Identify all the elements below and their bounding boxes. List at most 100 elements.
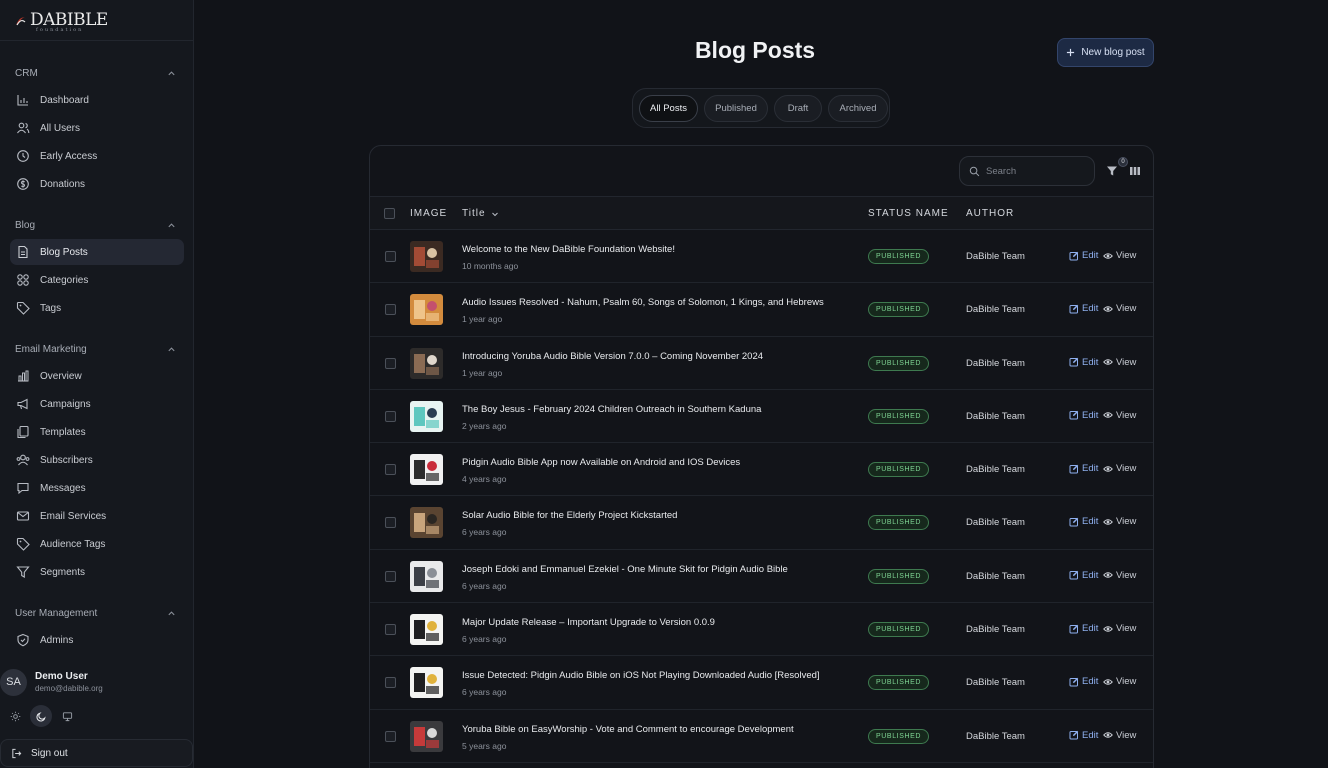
theme-system-button[interactable] [56,705,78,727]
post-title[interactable]: Welcome to the New DaBible Foundation We… [462,244,675,255]
brand-logo[interactable]: DABIBLE foundation [14,10,108,33]
row-checkbox[interactable] [385,570,396,582]
edit-button[interactable]: Edit [1069,730,1098,741]
sidebar-item-templates[interactable]: Templates [10,419,184,445]
table-row[interactable]: Audio Issues Resolved - Nahum, Psalm 60,… [370,283,1153,337]
view-button[interactable]: View [1103,623,1136,634]
row-checkbox[interactable] [385,517,396,529]
post-date: 6 years ago [462,580,507,591]
sidebar-item-segments[interactable]: Segments [10,559,184,585]
table-row[interactable]: Joseph Edoki and Emmanuel Ezekiel - One … [370,550,1153,604]
edit-button[interactable]: Edit [1069,676,1098,687]
edit-button[interactable]: Edit [1069,516,1098,527]
edit-button[interactable]: Edit [1069,623,1098,634]
view-button[interactable]: View [1103,410,1136,421]
table-row[interactable]: Major Update Release – Important Upgrade… [370,603,1153,657]
grid-icon [17,274,29,286]
post-title[interactable]: Major Update Release – Important Upgrade… [462,617,715,628]
table-row[interactable]: The Boy Jesus - February 2024 Children O… [370,390,1153,444]
row-checkbox[interactable] [385,304,396,316]
row-checkbox[interactable] [385,410,396,422]
column-header-title[interactable]: Title [462,197,499,230]
view-button[interactable]: View [1103,676,1136,687]
sidebar-item-all-users[interactable]: All Users [10,115,184,141]
post-title[interactable]: Audio Issues Resolved - Nahum, Psalm 60,… [462,297,824,308]
post-title[interactable]: Solar Audio Bible for the Elderly Projec… [462,510,677,521]
table-row[interactable]: Issue Detected: Pidgin Audio Bible on iO… [370,656,1153,710]
row-checkbox[interactable] [385,357,396,369]
new-blog-post-button[interactable]: New blog post [1057,38,1154,67]
post-title[interactable]: Pidgin Audio Bible App now Available on … [462,457,740,468]
tab-draft[interactable]: Draft [774,94,822,122]
row-checkbox[interactable] [385,464,396,476]
edit-icon [1069,624,1079,634]
edit-button[interactable]: Edit [1069,463,1098,474]
sidebar-item-label: Early Access [40,150,98,162]
post-title[interactable]: The Boy Jesus - February 2024 Children O… [462,404,761,415]
view-button[interactable]: View [1103,463,1136,474]
tab-archived[interactable]: Archived [828,94,888,122]
edit-icon [1069,251,1079,260]
post-title[interactable]: Introducing Yoruba Audio Bible Version 7… [462,351,763,362]
edit-label: Edit [1082,250,1099,261]
sidebar-item-blog-posts[interactable]: Blog Posts [10,239,184,265]
sidebar-item-donations[interactable]: Donations [10,171,184,197]
tab-published[interactable]: Published [704,94,768,122]
section-crm[interactable]: CRM [0,61,194,85]
status-badge: PUBLISHED [868,355,930,371]
sidebar-item-campaigns[interactable]: Campaigns [10,391,184,417]
sidebar-item-email-services[interactable]: Email Services [10,503,184,529]
edit-icon [1069,677,1079,687]
sidebar-item-categories[interactable]: Categories [10,267,184,293]
sidebar-item-admins[interactable]: Admins [10,627,184,653]
table-row[interactable]: Solar Audio Bible for the Elderly Projec… [370,496,1153,550]
sidebar-item-audience-tags[interactable]: Audience Tags [10,531,184,557]
status-badge: PUBLISHED [868,515,930,531]
post-author: DaBible Team [966,304,1025,316]
sidebar-item-subscribers[interactable]: Subscribers [10,447,184,473]
row-checkbox[interactable] [385,251,396,262]
view-button[interactable]: View [1103,516,1136,527]
edit-button[interactable]: Edit [1069,250,1098,261]
search-input[interactable] [986,165,1086,177]
sign-out-button[interactable]: Sign out [0,739,193,767]
post-title[interactable]: Joseph Edoki and Emmanuel Ezekiel - One … [462,564,788,575]
view-button[interactable]: View [1103,730,1136,741]
section-blog[interactable]: Blog [0,213,194,237]
user-profile[interactable]: SA Demo User demo@dabible.org [0,668,194,696]
sidebar-item-tags[interactable]: Tags [10,295,184,321]
filter-icon[interactable] [1106,165,1118,177]
row-checkbox[interactable] [385,624,396,636]
section-title: User Management [15,607,98,619]
edit-button[interactable]: Edit [1069,357,1098,368]
sidebar-item-dashboard[interactable]: Dashboard [10,87,184,113]
sidebar-item-early-access[interactable]: Early Access [10,143,184,169]
table-row[interactable]: Yoruba Bible on EasyWorship - Vote and C… [370,710,1153,763]
select-all-checkbox[interactable] [384,208,395,219]
post-title[interactable]: Yoruba Bible on EasyWorship - Vote and C… [462,724,794,735]
section-email-marketing[interactable]: Email Marketing [0,337,194,361]
theme-dark-button[interactable] [30,705,52,727]
edit-button[interactable]: Edit [1069,410,1098,421]
view-button[interactable]: View [1103,250,1136,261]
view-button[interactable]: View [1103,357,1136,368]
view-button[interactable]: View [1103,303,1136,314]
tab-all-posts[interactable]: All Posts [639,94,698,122]
status-badge: PUBLISHED [868,408,930,424]
section-user-management[interactable]: User Management [0,601,194,625]
row-checkbox[interactable] [385,730,396,742]
edit-button[interactable]: Edit [1069,570,1098,581]
edit-button[interactable]: Edit [1069,303,1098,314]
chart-icon [17,95,28,106]
table-row[interactable]: Pidgin Audio Bible App now Available on … [370,443,1153,497]
edit-icon [1069,730,1079,740]
post-title[interactable]: Issue Detected: Pidgin Audio Bible on iO… [462,670,820,681]
theme-light-button[interactable] [4,705,26,727]
table-row[interactable]: Introducing Yoruba Audio Bible Version 7… [370,337,1153,390]
sidebar-item-overview[interactable]: Overview [10,363,184,389]
table-row[interactable]: Welcome to the New DaBible Foundation We… [370,230,1153,284]
columns-icon[interactable] [1129,165,1141,177]
sidebar-item-messages[interactable]: Messages [10,475,184,501]
row-checkbox[interactable] [385,677,396,689]
view-button[interactable]: View [1103,570,1136,581]
